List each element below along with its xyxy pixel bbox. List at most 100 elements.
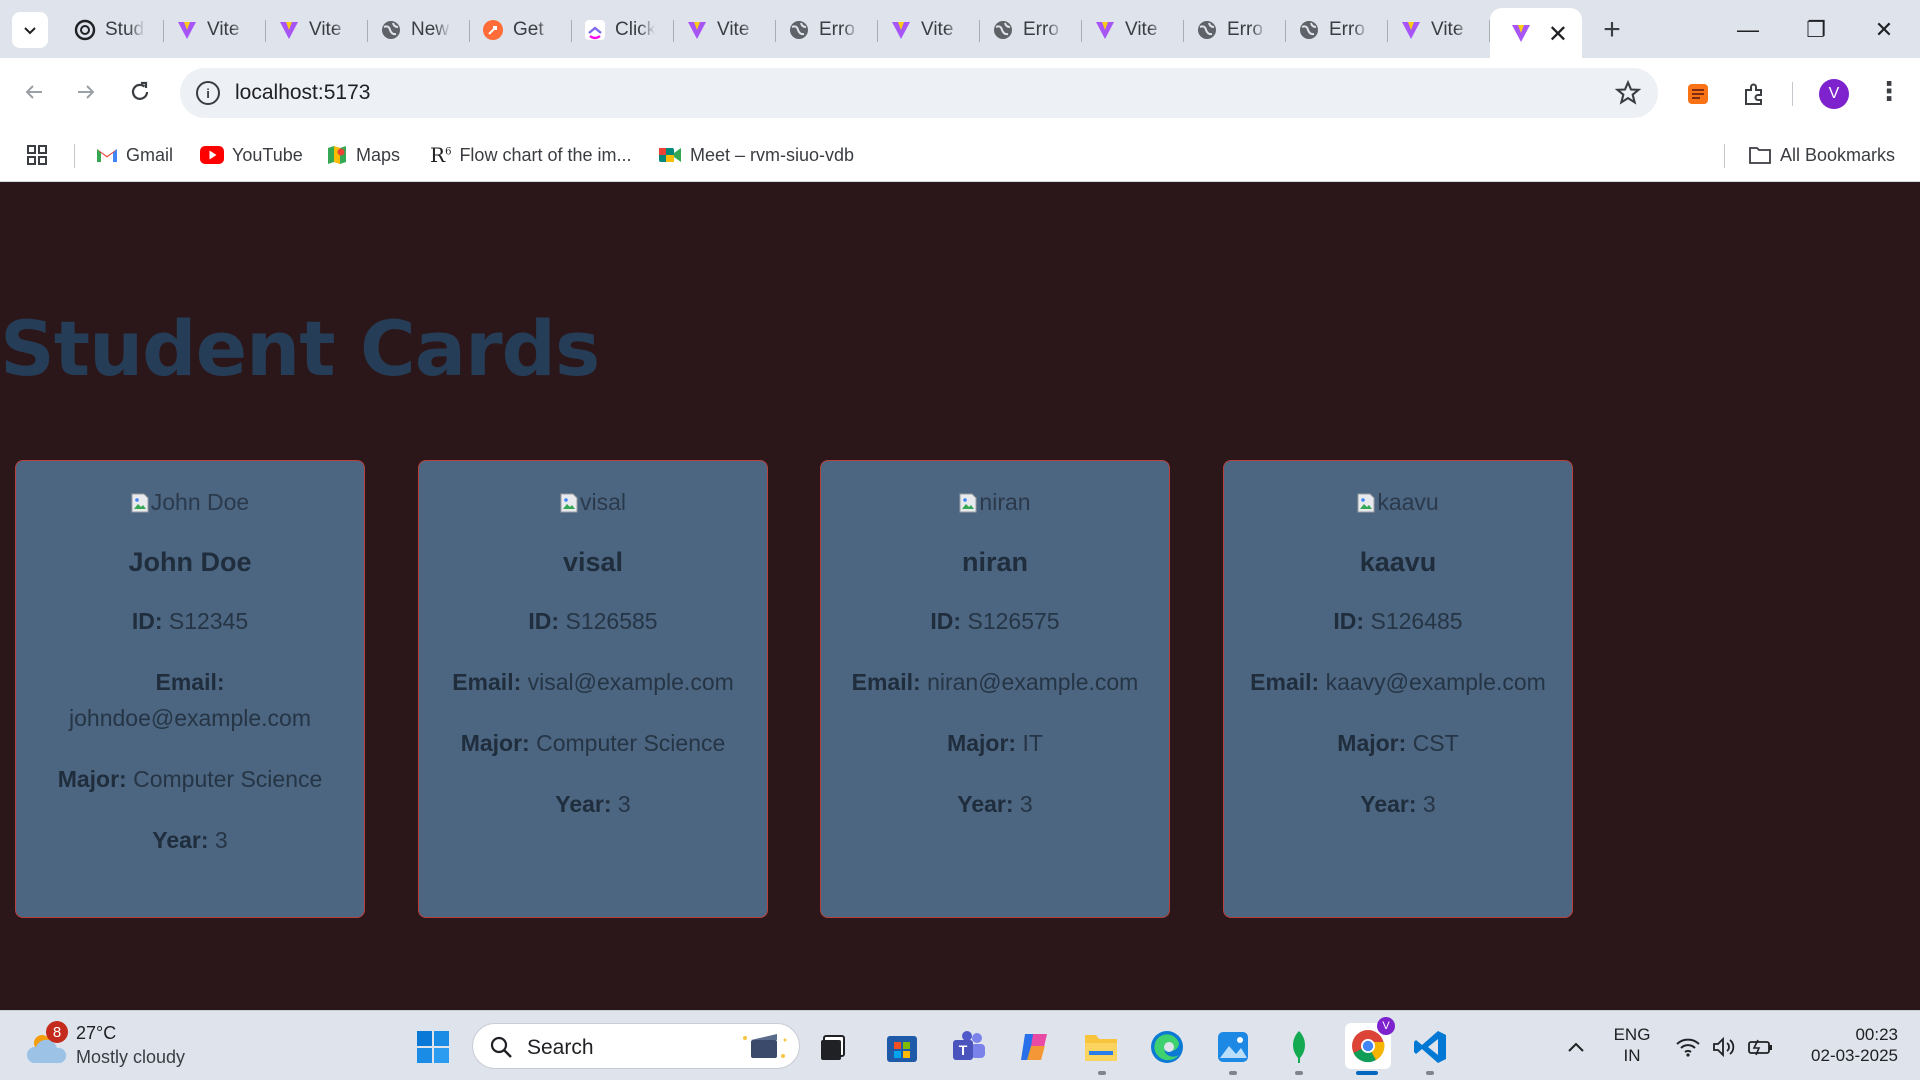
extension-icon[interactable] <box>1682 78 1714 110</box>
bookmark-label: Meet – rvm-siuo-vdb <box>690 144 855 165</box>
taskbar-search[interactable]: Search <box>472 1023 800 1069</box>
weather-widget[interactable]: 8 27°C Mostly cloudy <box>26 1021 226 1069</box>
tab[interactable]: Stud <box>62 10 164 50</box>
reload-button[interactable] <box>120 72 160 112</box>
menu-kebab-icon[interactable]: ⋮ <box>1876 76 1902 107</box>
close-window-button[interactable]: ✕ <box>1854 8 1914 52</box>
tab-title: Stud <box>105 19 145 40</box>
major-value: Computer Science <box>536 730 726 756</box>
bookmark-youtube[interactable]: YouTube <box>200 140 303 170</box>
tab[interactable]: Vite <box>674 10 776 50</box>
tab[interactable]: Vite <box>1388 10 1490 50</box>
bookmark-gmail[interactable]: Gmail <box>96 140 173 170</box>
vscode-icon[interactable] <box>1410 1027 1450 1067</box>
tab-title: Erro <box>1023 19 1059 40</box>
student-major: Major: CST <box>1224 725 1572 761</box>
vite-icon <box>1094 19 1116 41</box>
address-bar[interactable]: i localhost:5173 <box>180 68 1658 118</box>
volume-icon[interactable] <box>1704 1027 1744 1067</box>
bookmarks-bar: Gmail YouTube Maps R6 Flow chart of the … <box>0 130 1920 182</box>
tab[interactable]: Vite <box>266 10 368 50</box>
profile-avatar[interactable]: V <box>1819 79 1849 109</box>
page-title: Student Cards <box>0 304 600 393</box>
page-content: Student Cards John Doe John Doe ID: S12345… <box>0 182 1920 1010</box>
student-card: kaavu kaavu ID: S126485 Email: kaavy@exampl… <box>1223 460 1573 918</box>
clock[interactable]: 00:23 02-03-2025 <box>1794 1024 1898 1066</box>
student-year: Year: 3 <box>1224 786 1572 822</box>
tab[interactable]: Erro <box>776 10 878 50</box>
student-id: ID: S126585 <box>419 603 767 639</box>
tab[interactable]: Erro <box>980 10 1082 50</box>
tab-active[interactable]: ✕ <box>1490 8 1582 58</box>
start-windows-icon[interactable] <box>413 1027 453 1067</box>
new-tab-button[interactable]: + <box>1596 13 1628 46</box>
wifi-icon[interactable] <box>1668 1027 1708 1067</box>
file-explorer-icon[interactable] <box>1081 1027 1121 1067</box>
tab-title: Get <box>513 19 544 40</box>
chrome-icon[interactable]: V <box>1345 1017 1395 1069</box>
id-value: S12345 <box>168 608 249 634</box>
tab[interactable]: New <box>368 10 470 50</box>
minimize-button[interactable]: — <box>1718 8 1778 52</box>
store-icon[interactable] <box>882 1027 922 1067</box>
task-view-icon[interactable] <box>813 1027 853 1067</box>
student-card: visal visal ID: S126585 Email: visal@exampl… <box>418 460 768 918</box>
tab[interactable]: Click <box>572 10 674 50</box>
globe-icon <box>992 19 1014 41</box>
r-icon: R6 <box>430 143 452 167</box>
broken-image-icon <box>131 492 149 513</box>
major-label: Major: <box>1337 730 1407 756</box>
bookmarks-divider <box>74 144 75 168</box>
tab[interactable]: Vite <box>878 10 980 50</box>
site-info-icon[interactable]: i <box>196 81 220 105</box>
meet-icon <box>659 148 681 162</box>
close-tab-icon[interactable]: ✕ <box>1548 20 1568 49</box>
image-alt-text: kaavu <box>1377 488 1439 515</box>
edge-icon[interactable] <box>1147 1027 1187 1067</box>
language-indicator[interactable]: ENG IN <box>1608 1024 1656 1066</box>
major-label: Major: <box>947 730 1017 756</box>
running-indicator <box>1426 1071 1434 1075</box>
running-indicator <box>1295 1071 1303 1075</box>
extensions-puzzle-icon[interactable] <box>1738 78 1770 110</box>
email-value: johndoe@example.com <box>69 705 311 731</box>
student-email: Email: kaavy@example.com <box>1224 664 1572 700</box>
tab[interactable]: Vite <box>1082 10 1184 50</box>
forward-button[interactable] <box>66 72 106 112</box>
tab-search-button[interactable] <box>12 12 48 48</box>
battery-icon[interactable] <box>1740 1027 1780 1067</box>
back-button[interactable] <box>14 72 54 112</box>
email-label: Email: <box>452 669 522 695</box>
search-label: Search <box>527 1036 594 1059</box>
tab[interactable]: Erro <box>1286 10 1388 50</box>
tab[interactable]: Erro <box>1184 10 1286 50</box>
student-card: niran niran ID: S126575 Email: niran@exampl… <box>820 460 1170 918</box>
student-id: ID: S126485 <box>1224 603 1572 639</box>
student-major: Major: IT <box>821 725 1169 761</box>
url-text[interactable]: localhost:5173 <box>235 81 370 105</box>
broken-image-icon <box>1357 492 1375 513</box>
tray-chevron-up-icon[interactable] <box>1556 1027 1596 1067</box>
apps-grid-icon[interactable] <box>26 140 48 170</box>
weather-badge: 8 <box>46 1021 68 1043</box>
tab[interactable]: Get <box>470 10 572 50</box>
tab-title: Vite <box>921 19 954 40</box>
bookmark-maps[interactable]: Maps <box>326 140 400 170</box>
bookmark-meet[interactable]: Meet – rvm-siuo-vdb <box>658 140 854 170</box>
student-photo: niran <box>821 487 1169 517</box>
copilot-icon[interactable] <box>1015 1027 1055 1067</box>
mongodb-icon[interactable] <box>1279 1027 1319 1067</box>
tab-title: Click <box>615 19 655 40</box>
bookmark-label: Gmail <box>126 144 174 165</box>
tab[interactable]: Vite <box>164 10 266 50</box>
photos-icon[interactable] <box>1213 1027 1253 1067</box>
email-label: Email: <box>155 669 225 695</box>
bookmark-star-icon[interactable] <box>1614 79 1642 107</box>
all-bookmarks[interactable]: All Bookmarks <box>1748 140 1895 170</box>
teams-icon[interactable]: T <box>949 1027 989 1067</box>
weather-condition: Mostly cloudy <box>76 1047 186 1067</box>
student-name: niran <box>961 547 1028 577</box>
restore-button[interactable]: ❐ <box>1786 8 1846 52</box>
bookmark-flow-chart[interactable]: R6 Flow chart of the im... <box>430 140 632 170</box>
gmail-icon <box>97 149 117 162</box>
